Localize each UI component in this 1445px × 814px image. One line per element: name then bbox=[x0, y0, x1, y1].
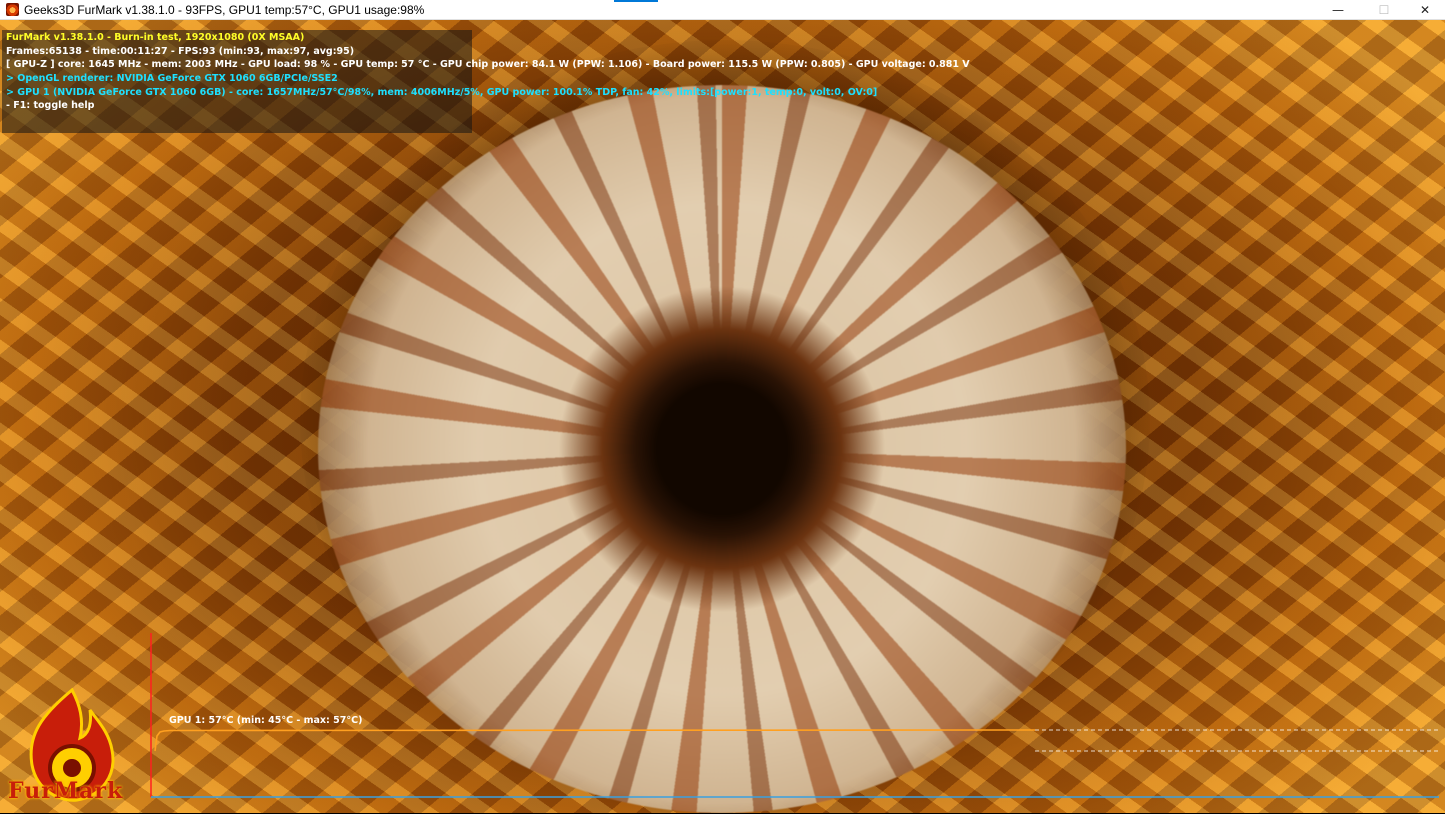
furmark-app-icon[interactable] bbox=[6, 3, 19, 16]
window-titlebar[interactable]: Geeks3D FurMark v1.38.1.0 - 93FPS, GPU1 … bbox=[0, 0, 1445, 20]
hud-gpu1-line: > GPU 1 (NVIDIA GeForce GTX 1060 6GB) - … bbox=[6, 87, 878, 98]
gpu-temp-line bbox=[154, 729, 1036, 752]
titlebar-accent bbox=[614, 0, 658, 2]
hud-gpuz-line: [ GPU-Z ] core: 1645 MHz - mem: 2003 MHz… bbox=[6, 59, 970, 70]
hud-renderer-line: > OpenGL renderer: NVIDIA GeForce GTX 10… bbox=[6, 73, 338, 84]
gpu-temp-graph-label: GPU 1: 57°C (min: 45°C - max: 57°C) bbox=[169, 715, 363, 726]
maximize-button[interactable]: ☐ bbox=[1362, 0, 1406, 19]
close-button[interactable]: ✕ bbox=[1403, 0, 1445, 19]
window-title: Geeks3D FurMark v1.38.1.0 - 93FPS, GPU1 … bbox=[24, 2, 425, 17]
hud-help-line: - F1: toggle help bbox=[6, 100, 95, 111]
minimize-button[interactable]: — bbox=[1316, 0, 1360, 19]
hud-frames-line: Frames:65138 - time:00:11:27 - FPS:93 (m… bbox=[6, 46, 355, 57]
furmark-logo-text: FurMark bbox=[8, 778, 124, 804]
hud-title-line: FurMark v1.38.1.0 - Burn-in test, 1920x1… bbox=[6, 32, 305, 43]
